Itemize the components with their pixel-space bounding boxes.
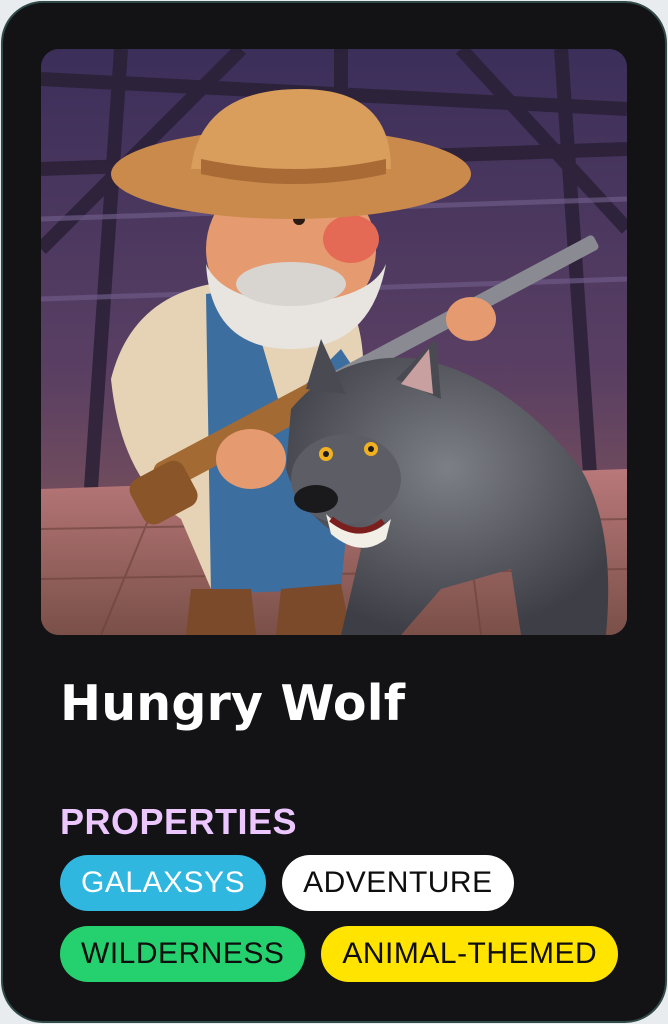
game-artwork-illustration: [41, 49, 627, 635]
tag-wilderness[interactable]: WILDERNESS: [60, 926, 306, 982]
tag-row: WILDERNESS ANIMAL-THEMED: [60, 926, 640, 982]
game-artwork[interactable]: [41, 49, 627, 635]
properties-heading: PROPERTIES: [60, 801, 298, 842]
tag-galaxsys[interactable]: GALAXSYS: [60, 855, 267, 911]
tag-adventure[interactable]: ADVENTURE: [282, 855, 514, 911]
tag-row: GALAXSYS ADVENTURE: [60, 855, 640, 911]
tag-list: GALAXSYS ADVENTURE WILDERNESS ANIMAL-THE…: [60, 855, 640, 997]
game-card[interactable]: Hungry Wolf PROPERTIES GALAXSYS ADVENTUR…: [1, 1, 667, 1023]
tag-animal-themed[interactable]: ANIMAL-THEMED: [321, 926, 619, 982]
game-title: Hungry Wolf: [60, 675, 406, 732]
